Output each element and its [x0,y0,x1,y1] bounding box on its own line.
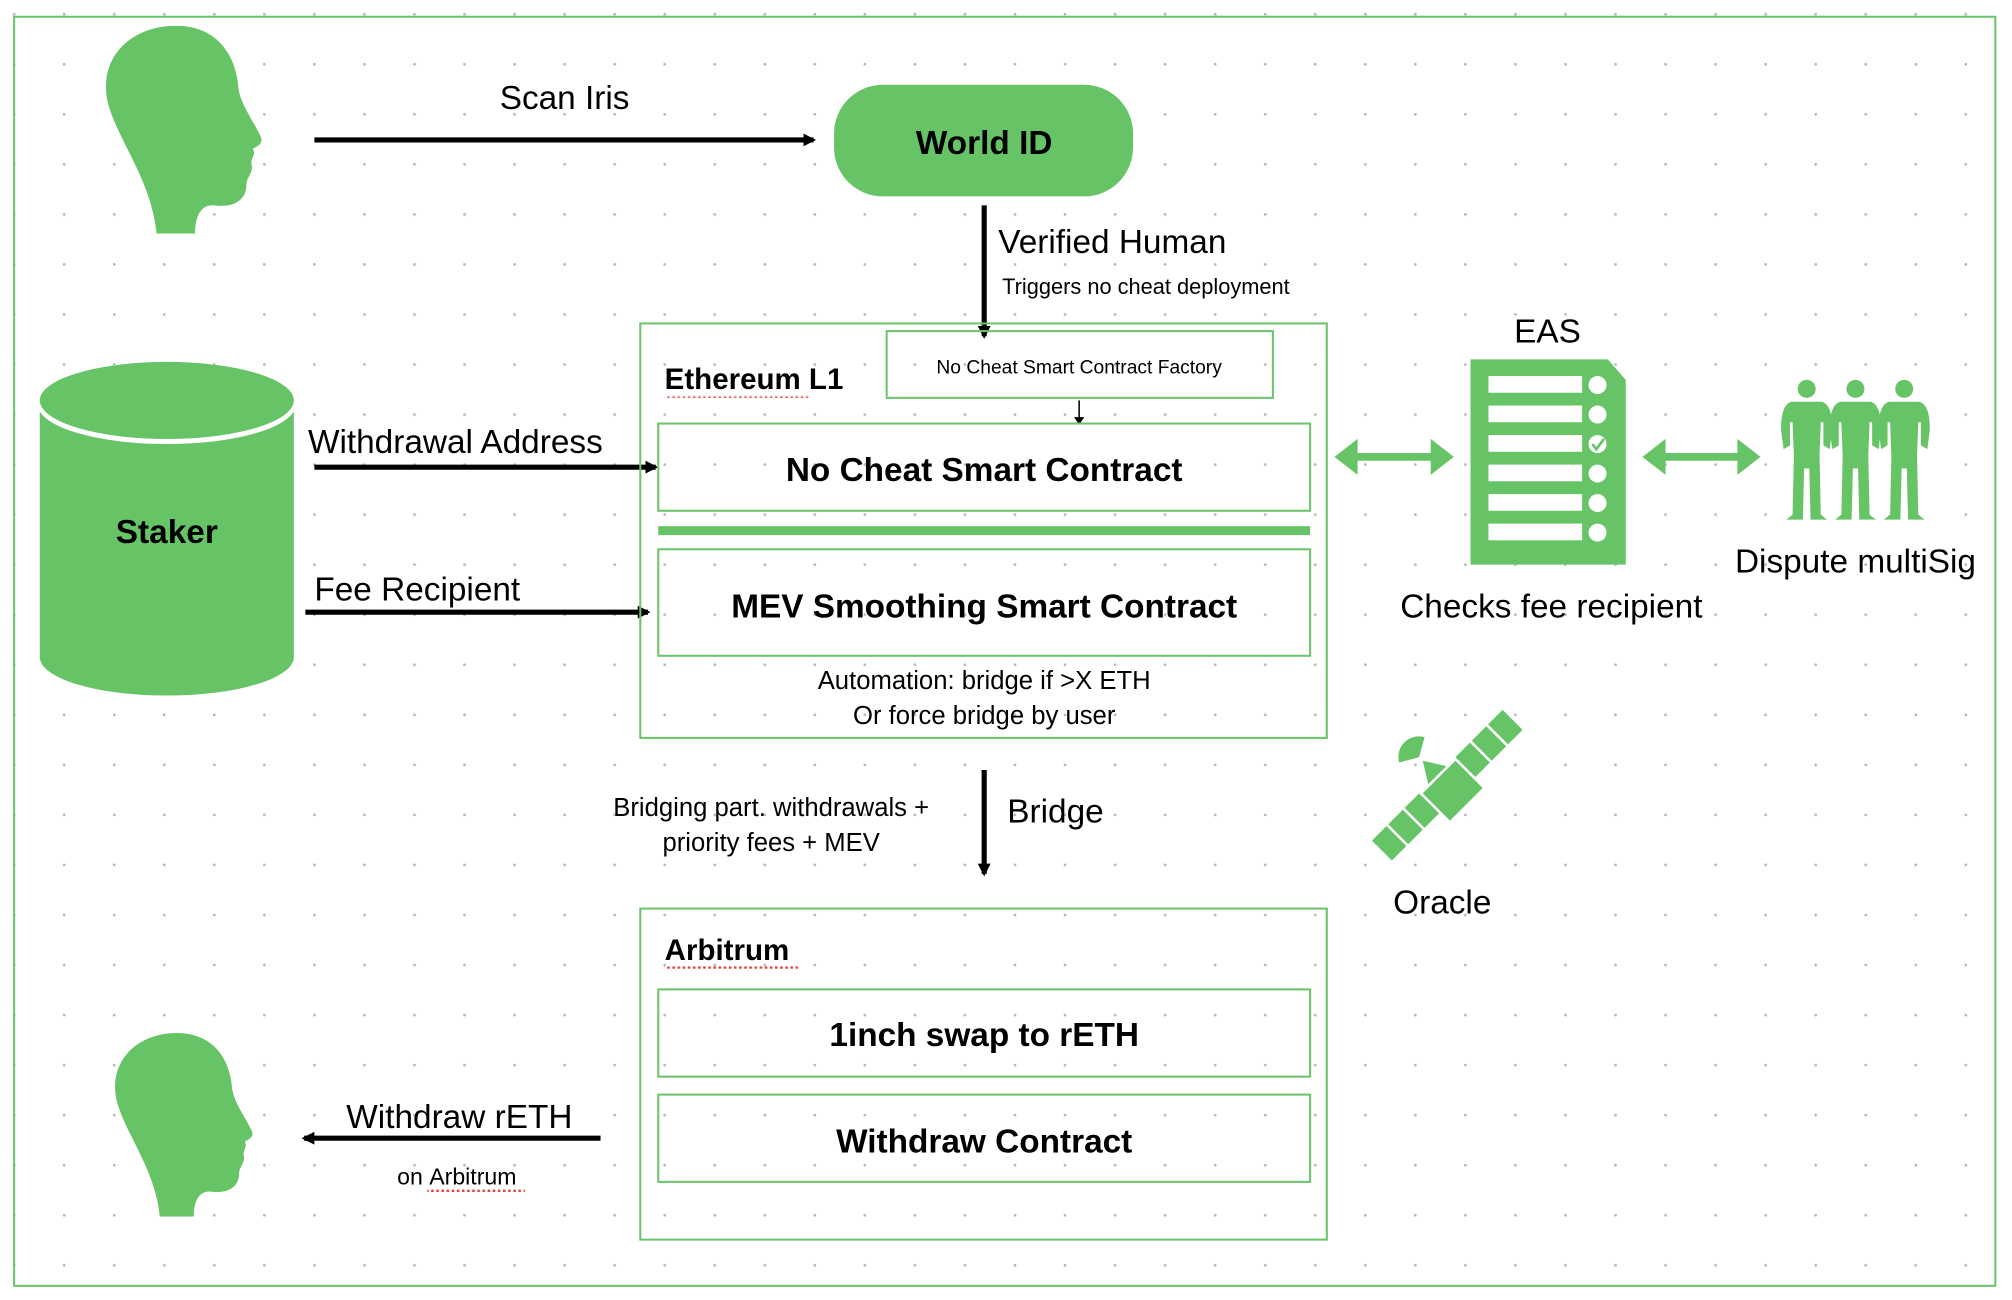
spellcheck-underline [427,1189,525,1193]
fee-recipient-label: Fee Recipient [314,572,521,609]
divider-bar [658,526,1311,536]
ethereum-title: Ethereum L1 [665,363,844,396]
dispute-multisig-label: Dispute multiSig [1735,543,1976,580]
bridge-label: Bridge [1007,794,1103,831]
eas-label: EAS [1514,314,1581,351]
oracle-label: Oracle [1393,885,1491,922]
scan-iris-label: Scan Iris [500,80,630,117]
on-arbitrum-label: on Arbitrum [397,1163,516,1189]
withdrawal-address-label: Withdrawal Address [308,424,603,461]
bridging-note-2: priority fees + MEV [662,829,879,857]
arbitrum-title: Arbitrum [665,934,790,967]
spellcheck-underline [664,395,811,398]
withdraw-contract-label: Withdraw Contract [836,1123,1132,1160]
staker-label: Staker [116,514,218,551]
no-cheat-label: No Cheat Smart Contract [786,452,1183,489]
world-id-label: World ID [916,125,1053,162]
automation-line-1: Automation: bridge if >X ETH [818,667,1151,695]
staker-database[interactable]: Staker [37,361,297,696]
bridging-note-1: Bridging part. withdrawals + [613,794,929,822]
factory-label: No Cheat Smart Contract Factory [936,357,1222,378]
checklist-document-icon[interactable] [1470,359,1626,565]
swap-label: 1inch swap to rETH [829,1017,1139,1054]
world-id-node[interactable]: World ID [834,84,1134,197]
verified-human-label: Verified Human [998,224,1226,261]
triggers-deployment-label: Triggers no cheat deployment [1002,274,1290,299]
withdraw-reth-label: Withdraw rETH [346,1099,572,1136]
automation-line-2: Or force bridge by user [853,702,1116,730]
eas-caption: Checks fee recipient [1400,588,1703,625]
spellcheck-underline [664,966,799,969]
mev-label: MEV Smoothing Smart Contract [731,588,1237,625]
architecture-diagram: Scan Iris World ID Verified Human Trigge… [0,0,2012,1300]
